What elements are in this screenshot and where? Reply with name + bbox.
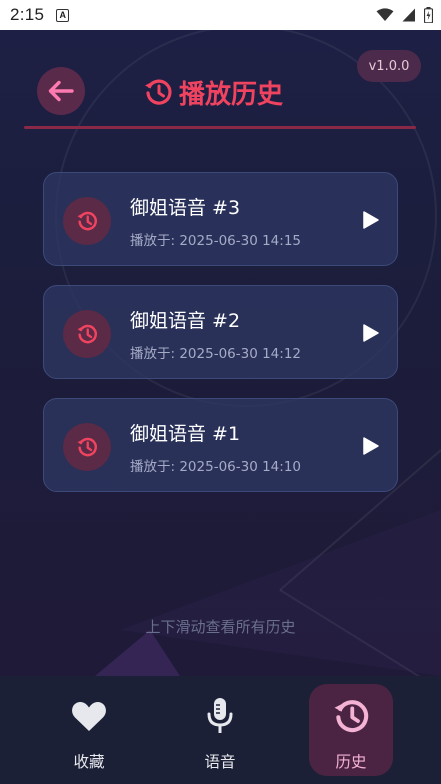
tab-label: 历史 [335, 753, 367, 771]
scroll-hint: 上下滑动查看所有历史 [145, 618, 296, 636]
history-item-title: 御姐语音 #1 [130, 423, 241, 445]
cell-signal-icon [402, 8, 415, 22]
app-notification-icon: A [56, 8, 70, 22]
play-icon [363, 324, 379, 342]
back-button[interactable] [37, 67, 85, 115]
play-icon [363, 437, 379, 455]
history-icon [332, 696, 370, 736]
play-button[interactable] [360, 209, 382, 231]
status-icons [376, 7, 433, 23]
version-badge: v1.0.0 [357, 50, 421, 82]
tab-label: 收藏 [73, 753, 105, 771]
tab-favorites[interactable]: 收藏 [47, 684, 131, 776]
status-time: 2:15 [10, 5, 45, 24]
status-bar: 2:15 A [0, 0, 441, 30]
history-item-title: 御姐语音 #3 [130, 197, 241, 219]
page-title-text: 播放历史 [179, 79, 284, 110]
history-list: 御姐语音 #3 播放于: 2025-06-30 14:15 御姐语音 #2 播放… [43, 172, 398, 511]
play-icon [363, 211, 379, 229]
history-item-time: 播放于: 2025-06-30 14:12 [130, 346, 301, 362]
history-item[interactable]: 御姐语音 #3 播放于: 2025-06-30 14:15 [43, 172, 398, 266]
tab-history[interactable]: 历史 [309, 684, 393, 776]
history-icon [63, 197, 111, 245]
history-item-title: 御姐语音 #2 [130, 310, 241, 332]
play-button[interactable] [360, 322, 382, 344]
tab-voice[interactable]: 语音 [178, 684, 262, 776]
main-content: 播放历史 v1.0.0 御姐语音 #3 播放于: 2025-06-30 14:1… [0, 30, 441, 676]
arrow-left-icon [48, 80, 74, 102]
wifi-icon [376, 8, 394, 21]
microphone-icon [206, 696, 234, 736]
battery-icon [424, 7, 433, 23]
title-divider [24, 126, 416, 129]
heart-icon [71, 696, 107, 736]
history-item-time: 播放于: 2025-06-30 14:15 [130, 233, 301, 249]
history-item-time: 播放于: 2025-06-30 14:10 [130, 459, 301, 475]
play-button[interactable] [360, 435, 382, 457]
history-icon [145, 79, 172, 105]
page-title: 播放历史 [143, 72, 283, 112]
bottom-nav: 收藏 语音 历史 [0, 676, 441, 784]
history-icon [63, 310, 111, 358]
tab-label: 语音 [204, 753, 236, 771]
history-icon [63, 423, 111, 471]
history-item[interactable]: 御姐语音 #1 播放于: 2025-06-30 14:10 [43, 398, 398, 492]
history-item[interactable]: 御姐语音 #2 播放于: 2025-06-30 14:12 [43, 285, 398, 379]
